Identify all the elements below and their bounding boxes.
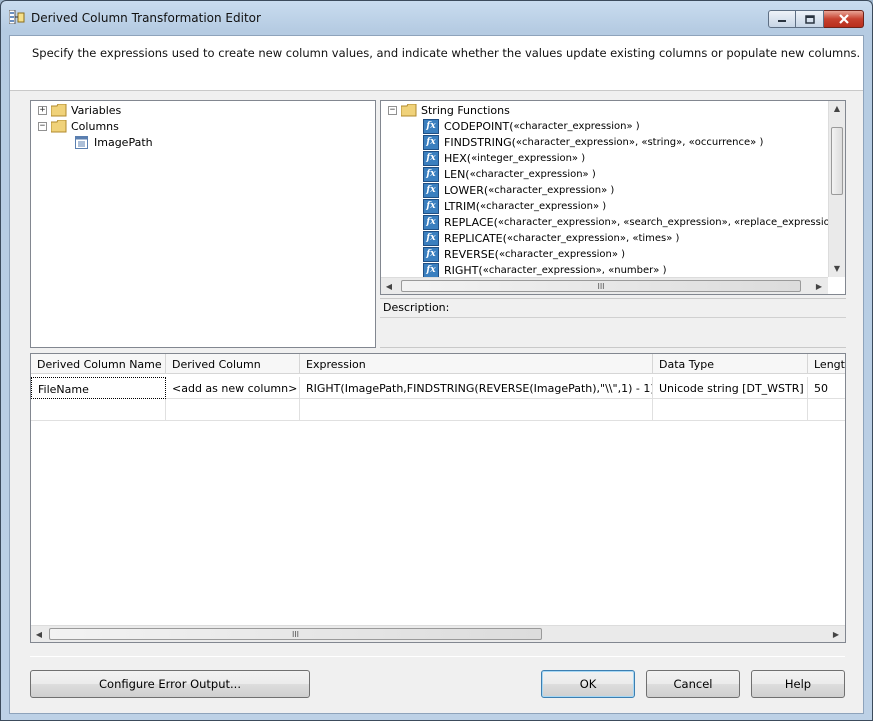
maximize-button[interactable] [796, 10, 824, 28]
derived-column-app-icon [9, 10, 25, 24]
folder-open-icon [401, 103, 417, 116]
folder-icon [51, 103, 67, 116]
function-item[interactable]: fx RIGHT( «character_expression», «numbe… [423, 262, 666, 278]
scroll-left-arrow[interactable]: ◀ [31, 627, 47, 641]
function-icon: fx [423, 134, 439, 150]
column-item-label: ImagePath [94, 135, 153, 149]
function-item[interactable]: fx LEN( «character_expression» ) [423, 166, 596, 182]
scroll-right-arrow[interactable]: ▶ [811, 279, 827, 293]
tree-node-column-imagepath[interactable]: ImagePath [75, 134, 153, 150]
maximize-icon [804, 14, 815, 24]
column-icon [75, 135, 88, 149]
variables-columns-tree[interactable]: + Variables − Columns ImagePath [30, 100, 376, 348]
function-icon: fx [423, 118, 439, 134]
minimize-button[interactable] [768, 10, 796, 28]
dialog-client-area: Specify the expressions used to create n… [9, 35, 864, 714]
close-icon [838, 14, 849, 24]
tree-node-variables[interactable]: + Variables [38, 102, 121, 118]
cancel-button[interactable]: Cancel [646, 670, 740, 698]
function-item[interactable]: fx LTRIM( «character_expression» ) [423, 198, 606, 214]
function-icon: fx [423, 150, 439, 166]
function-icon: fx [423, 262, 439, 278]
column-header-derived-column[interactable]: Derived Column [166, 354, 300, 374]
dialog-window: Derived Column Transformation Editor Spe… [0, 0, 873, 721]
close-button[interactable] [824, 10, 864, 28]
functions-tree[interactable]: − String Functions fx CODEPOINT( «charac… [380, 100, 846, 295]
collapse-icon[interactable]: − [38, 121, 47, 131]
header-band: Specify the expressions used to create n… [10, 36, 863, 91]
cell-derived-column[interactable]: <add as new column> [166, 377, 300, 399]
empty-row-cell[interactable] [653, 399, 808, 421]
scroll-right-arrow[interactable]: ▶ [828, 627, 844, 641]
functions-horizontal-scrollbar[interactable]: ◀ III ▶ [381, 277, 828, 294]
scroll-grip: III [597, 282, 605, 291]
empty-row-cell[interactable] [808, 399, 845, 421]
cell-expression[interactable]: RIGHT(ImagePath,FINDSTRING(REVERSE(Image… [300, 377, 653, 399]
function-item[interactable]: fx REPLACE( «character_expression», «sea… [423, 214, 842, 230]
tree-node-columns[interactable]: − Columns [38, 118, 119, 134]
scroll-thumb[interactable] [831, 127, 843, 195]
cell-data-type[interactable]: Unicode string [DT_WSTR] [653, 377, 808, 399]
function-item[interactable]: fx CODEPOINT( «character_expression» ) [423, 118, 640, 134]
function-icon: fx [423, 214, 439, 230]
column-header-derived-column-name[interactable]: Derived Column Name [31, 354, 166, 374]
ok-button[interactable]: OK [541, 670, 635, 698]
description-label: Description: [383, 301, 450, 314]
minimize-icon [778, 20, 786, 22]
cell-length[interactable]: 50 [808, 377, 845, 399]
function-item[interactable]: fx LOWER( «character_expression» ) [423, 182, 614, 198]
description-panel: Description: [380, 298, 846, 348]
function-item[interactable]: fx HEX( «integer_expression» ) [423, 150, 585, 166]
function-icon: fx [423, 246, 439, 262]
scroll-up-arrow[interactable]: ▲ [829, 101, 845, 115]
expand-icon[interactable]: + [38, 105, 47, 115]
derived-column-grid[interactable]: Derived Column Name Derived Column Expre… [30, 353, 846, 643]
button-separator [30, 656, 845, 657]
columns-label: Columns [71, 119, 119, 133]
grid-horizontal-scrollbar[interactable]: ◀ III ▶ [31, 625, 845, 642]
scroll-thumb[interactable]: III [49, 628, 542, 640]
header-description: Specify the expressions used to create n… [32, 46, 861, 60]
column-header-expression[interactable]: Expression [300, 354, 653, 374]
description-divider [380, 317, 846, 318]
title-bar[interactable]: Derived Column Transformation Editor [1, 1, 872, 35]
scroll-grip: III [291, 630, 300, 639]
scroll-thumb[interactable]: III [401, 280, 801, 292]
folder-open-icon [51, 119, 67, 132]
function-item[interactable]: fx FINDSTRING( «character_expression», «… [423, 134, 763, 150]
scroll-left-arrow[interactable]: ◀ [381, 279, 397, 293]
tree-node-string-functions[interactable]: − String Functions [388, 102, 510, 118]
column-header-length[interactable]: Length [808, 354, 845, 374]
function-item[interactable]: fx REVERSE( «character_expression» ) [423, 246, 625, 262]
empty-row-cell[interactable] [31, 399, 166, 421]
window-title: Derived Column Transformation Editor [31, 11, 261, 25]
string-functions-label: String Functions [421, 103, 510, 117]
function-icon: fx [423, 182, 439, 198]
collapse-icon[interactable]: − [388, 105, 397, 115]
functions-vertical-scrollbar[interactable]: ▲ ▼ [828, 101, 845, 277]
empty-row-cell[interactable] [166, 399, 300, 421]
help-button[interactable]: Help [751, 670, 845, 698]
configure-error-output-button[interactable]: Configure Error Output... [30, 670, 310, 698]
function-icon: fx [423, 198, 439, 214]
function-item[interactable]: fx REPLICATE( «character_expression», «t… [423, 230, 679, 246]
column-header-data-type[interactable]: Data Type [653, 354, 808, 374]
empty-row-cell[interactable] [300, 399, 653, 421]
function-icon: fx [423, 230, 439, 246]
cell-derived-column-name[interactable]: FileName [31, 377, 166, 399]
function-icon: fx [423, 166, 439, 182]
variables-label: Variables [71, 103, 122, 117]
scroll-down-arrow[interactable]: ▼ [829, 261, 845, 275]
